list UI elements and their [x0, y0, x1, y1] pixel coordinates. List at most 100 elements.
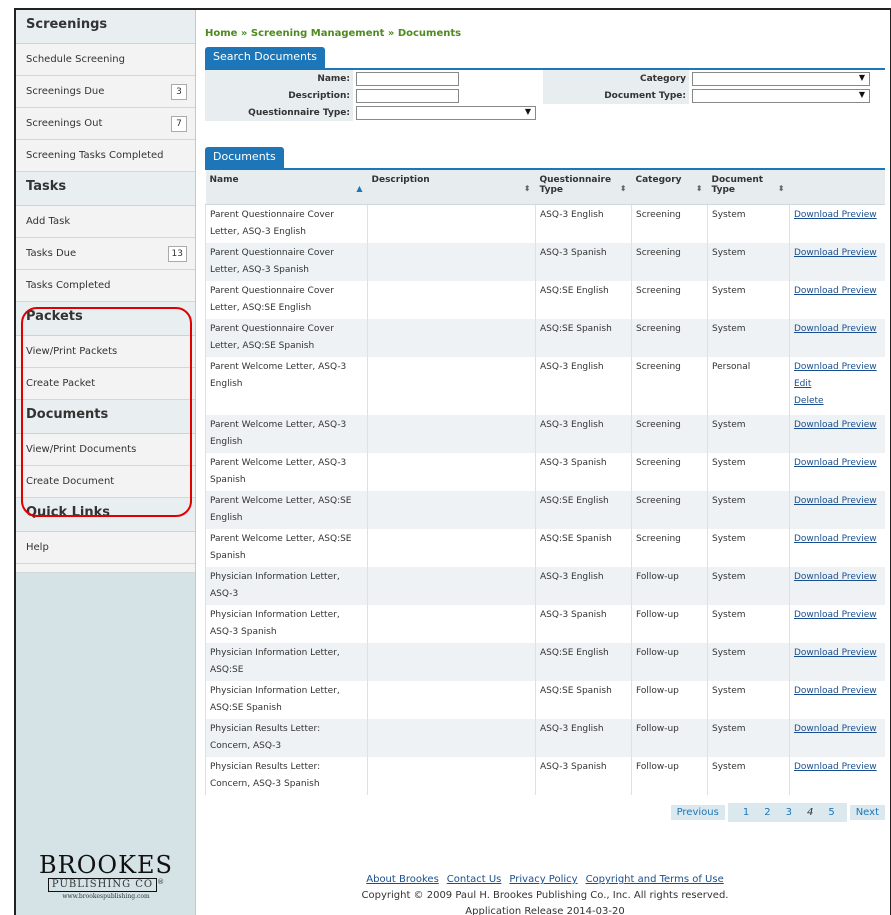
sidebar-item-label: View/Print Packets — [26, 346, 118, 357]
footer-link-privacy-policy[interactable]: Privacy Policy — [509, 874, 577, 885]
cell-name: Physician Information Letter, ASQ:SE Spa… — [205, 680, 368, 719]
sidebar-section-documents: Documents — [16, 400, 195, 434]
table-row: Physician Information Letter, ASQ-3 Span… — [205, 604, 885, 643]
download-preview-link[interactable]: Download Preview — [794, 286, 877, 296]
cell-description — [367, 280, 536, 319]
sidebar-item-create-packet[interactable]: Create Packet — [16, 368, 195, 400]
table-row: Physician Results Letter: Concern, ASQ-3… — [205, 718, 885, 757]
footer-link-contact-us[interactable]: Contact Us — [447, 874, 502, 885]
cell-category: Screening — [631, 280, 708, 319]
download-preview-link[interactable]: Download Preview — [794, 362, 877, 372]
sort-icon[interactable]: ⬍ — [696, 184, 703, 193]
cell-document-type: System — [707, 528, 790, 567]
sidebar-item-label: Create Document — [26, 476, 115, 487]
pagination: Previous 1 2 3 4 5 Next — [205, 802, 885, 822]
cell-description — [367, 414, 536, 453]
sidebar-item-add-task[interactable]: Add Task — [16, 206, 195, 238]
cell-category: Screening — [631, 242, 708, 281]
download-preview-link[interactable]: Download Preview — [794, 724, 877, 734]
download-preview-link[interactable]: Download Preview — [794, 686, 877, 696]
cell-description — [367, 642, 536, 681]
download-preview-link[interactable]: Download Preview — [794, 210, 877, 220]
sidebar-item-tasks-due[interactable]: Tasks Due 13 — [16, 238, 195, 270]
sidebar-item-schedule-screening[interactable]: Schedule Screening — [16, 44, 195, 76]
sort-icon[interactable]: ⬍ — [524, 184, 531, 193]
column-header-questionnaire-type[interactable]: Questionnaire Type ⬍ — [535, 170, 632, 205]
page-2-button[interactable]: 2 — [758, 804, 777, 820]
sidebar-section-quick-links: Quick Links — [16, 498, 195, 532]
page-1-button[interactable]: 1 — [736, 804, 756, 820]
cell-name: Physician Results Letter: Concern, ASQ-3… — [205, 756, 368, 795]
download-preview-link[interactable]: Download Preview — [794, 458, 877, 468]
category-select[interactable] — [692, 71, 870, 86]
breadcrumb[interactable]: Home » Screening Management » Documents — [205, 28, 885, 40]
tab-search-documents[interactable]: Search Documents — [205, 47, 326, 68]
cell-description — [367, 490, 536, 529]
download-preview-link[interactable]: Download Preview — [794, 248, 877, 258]
download-preview-link[interactable]: Download Preview — [794, 496, 877, 506]
cell-category: Follow-up — [631, 680, 708, 719]
edit-link[interactable]: Edit — [794, 379, 811, 389]
cell-actions: Download Preview — [789, 318, 885, 357]
column-header-document-type[interactable]: Document Type ⬍ — [707, 170, 790, 205]
cell-actions: Download Preview — [789, 490, 885, 529]
download-preview-link[interactable]: Download Preview — [794, 610, 877, 620]
document-type-select[interactable] — [692, 88, 870, 103]
footer-link-about-brookes[interactable]: About Brookes — [366, 874, 439, 885]
logo-url: www.brookespublishing.com — [62, 893, 150, 900]
delete-link[interactable]: Delete — [794, 396, 824, 406]
column-header-category[interactable]: Category ⬍ — [631, 170, 708, 205]
cell-questionnaire-type: ASQ-3 English — [535, 566, 632, 605]
footer-link-copyright-and-terms-of-use[interactable]: Copyright and Terms of Use — [586, 874, 724, 885]
cell-category: Follow-up — [631, 756, 708, 795]
sidebar-item-tasks-completed[interactable]: Tasks Completed — [16, 270, 195, 302]
page-5-button[interactable]: 5 — [822, 804, 841, 820]
sidebar-item-label: Screening Tasks Completed — [26, 150, 164, 161]
download-preview-link[interactable]: Download Preview — [794, 648, 877, 658]
cell-category: Follow-up — [631, 718, 708, 757]
cell-description — [367, 318, 536, 357]
next-page-button[interactable]: Next — [849, 804, 885, 820]
sort-icon[interactable]: ⬍ — [620, 184, 627, 193]
sort-icon[interactable]: ⬍ — [778, 184, 785, 193]
download-preview-link[interactable]: Download Preview — [794, 534, 877, 544]
table-row: Physician Information Letter, ASQ:SE ASQ:… — [205, 642, 885, 681]
cell-questionnaire-type: ASQ-3 Spanish — [535, 452, 632, 491]
cell-actions: Download Preview — [789, 642, 885, 681]
column-header-name[interactable]: Name ▲ — [205, 170, 368, 205]
cell-category: Screening — [631, 490, 708, 529]
sidebar-section-screenings: Screenings — [16, 10, 195, 44]
sidebar-item-screening-tasks-completed[interactable]: Screening Tasks Completed — [16, 140, 195, 172]
page-3-button[interactable]: 3 — [779, 804, 798, 820]
sort-asc-icon[interactable]: ▲ — [356, 184, 362, 193]
table-row: Physician Information Letter, ASQ-3 ASQ-3… — [205, 566, 885, 605]
cell-document-type: System — [707, 566, 790, 605]
sidebar-item-view-print-packets[interactable]: View/Print Packets — [16, 336, 195, 368]
sidebar-item-view-print-documents[interactable]: View/Print Documents — [16, 434, 195, 466]
download-preview-link[interactable]: Download Preview — [794, 572, 877, 582]
cell-category: Screening — [631, 414, 708, 453]
cell-name: Parent Welcome Letter, ASQ:SE English — [205, 490, 368, 529]
cell-description — [367, 566, 536, 605]
copyright-text: Copyright © 2009 Paul H. Brookes Publish… — [361, 890, 729, 901]
download-preview-link[interactable]: Download Preview — [794, 324, 877, 334]
tab-documents[interactable]: Documents — [205, 147, 284, 168]
cell-category: Screening — [631, 452, 708, 491]
sidebar-item-help[interactable]: Help — [16, 532, 195, 564]
description-input[interactable] — [356, 88, 459, 103]
sidebar-item-create-document[interactable]: Create Document — [16, 466, 195, 498]
footer-links: About Brookes Contact Us Privacy Policy Cop… — [205, 872, 885, 888]
sidebar-item-screenings-out[interactable]: Screenings Out 7 — [16, 108, 195, 140]
cell-description — [367, 680, 536, 719]
cell-document-type: Personal — [707, 356, 790, 415]
sidebar-item-screenings-due[interactable]: Screenings Due 3 — [16, 76, 195, 108]
cell-category: Follow-up — [631, 566, 708, 605]
download-preview-link[interactable]: Download Preview — [794, 420, 877, 430]
name-input[interactable] — [356, 71, 459, 86]
column-header-description[interactable]: Description ⬍ — [367, 170, 536, 205]
column-header-actions — [789, 170, 885, 205]
cell-category: Follow-up — [631, 604, 708, 643]
questionnaire-type-select[interactable] — [356, 105, 536, 120]
download-preview-link[interactable]: Download Preview — [794, 762, 877, 772]
previous-page-button[interactable]: Previous — [670, 804, 725, 820]
